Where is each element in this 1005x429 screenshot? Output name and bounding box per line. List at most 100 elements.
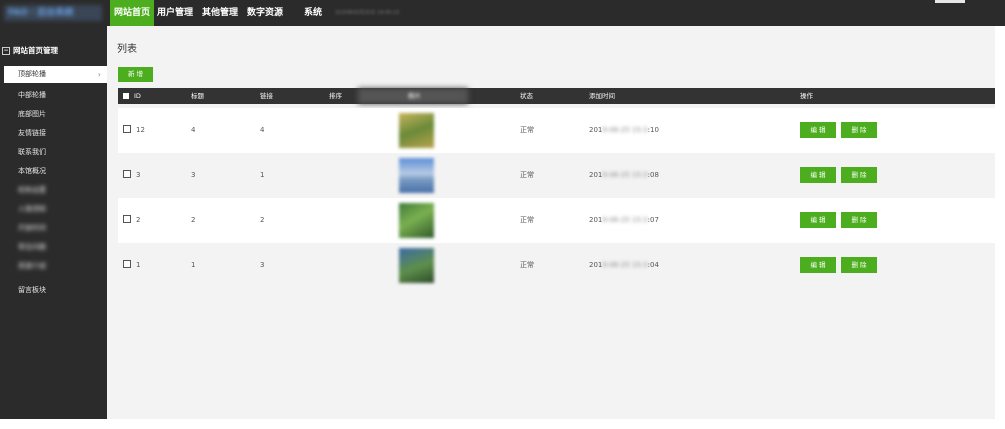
row-thumbnail	[399, 248, 434, 283]
select-all-column[interactable]: ID	[123, 88, 141, 104]
column-added-time: 添加时间	[589, 92, 615, 100]
row-status: 正常	[520, 126, 534, 134]
collapse-icon: −	[2, 47, 10, 55]
sidebar-item-contact-us[interactable]: 联系我们	[4, 144, 107, 161]
edit-button[interactable]: 编 辑	[800, 167, 836, 183]
table-header: ID 标题 链接 排序 图片 状态 添加时间 操作	[118, 88, 995, 104]
sidebar-item-top-carousel[interactable]: 顶部轮播 ›	[4, 66, 107, 83]
sidebar-item-middle-carousel[interactable]: 中部轮播	[4, 87, 107, 104]
sidebar-item-message-board[interactable]: 留言板块	[4, 282, 107, 299]
row-title: 1	[191, 261, 196, 269]
sidebar-item-label: 友情链接	[18, 129, 46, 137]
sidebar-item-organization[interactable]: 机构设置	[4, 182, 107, 199]
sidebar-group-header[interactable]: − 网站首页管理	[2, 45, 58, 56]
bottom-margin	[0, 419, 1005, 429]
edit-button[interactable]: 编 辑	[800, 212, 836, 228]
edit-button[interactable]: 编 辑	[800, 257, 836, 273]
sidebar-item-label: 中部轮播	[18, 91, 46, 99]
time-hidden: 9-06-25 15:3	[602, 126, 648, 134]
time-suffix: :07	[647, 216, 659, 224]
table-row: 3 3 1 正常 2019-06-25 15:3:08 编 辑 删 除	[118, 153, 995, 198]
sidebar-group-label: 网站首页管理	[13, 46, 58, 55]
sidebar-item-label: 机构设置	[18, 186, 46, 194]
delete-button[interactable]: 删 除	[841, 257, 877, 273]
nav-home[interactable]: 网站首页	[110, 0, 155, 26]
row-link: 2	[260, 216, 265, 224]
time-prefix: 201	[589, 216, 603, 224]
table-row: 2 2 2 正常 2019-06-25 15:3:07 编 辑 删 除	[118, 198, 995, 243]
column-actions: 操作	[800, 92, 813, 100]
sidebar-item-visit-notice[interactable]: 入馆须知	[4, 201, 107, 218]
row-status: 正常	[520, 261, 534, 269]
table-row: 12 4 4 正常 2019-06-25 15:3:10 编 辑 删 除	[118, 108, 995, 153]
sidebar-item-friend-links[interactable]: 友情链接	[4, 125, 107, 142]
row-link: 3	[260, 261, 265, 269]
column-id: ID	[134, 92, 141, 100]
time-hidden: 9-06-25 15:3	[602, 261, 648, 269]
time-prefix: 201	[589, 171, 603, 179]
row-title: 2	[191, 216, 196, 224]
delete-button[interactable]: 删 除	[841, 122, 877, 138]
time-hidden: 9-06-25 15:3	[602, 216, 648, 224]
nav-system[interactable]: 系统	[300, 0, 326, 26]
row-added-time: 2019-06-25 15:3:08	[589, 153, 659, 198]
top-navbar: FAO · 后台系统 网站首页 用户管理 其他管理 数字资源 系统 2020年0…	[0, 0, 1005, 26]
row-id: 12	[136, 126, 145, 134]
sidebar-item-label: 联系我们	[18, 148, 46, 156]
sidebar-item-label: 开放时间	[18, 224, 46, 232]
delete-button[interactable]: 删 除	[841, 212, 877, 228]
nav-digital-resources[interactable]: 数字资源	[243, 0, 287, 26]
row-thumbnail	[399, 158, 434, 193]
select-all-checkbox[interactable]	[123, 93, 129, 99]
row-status: 正常	[520, 171, 534, 179]
column-sort: 排序	[329, 92, 342, 100]
time-suffix: :04	[647, 261, 659, 269]
time-suffix: :08	[647, 171, 659, 179]
add-button[interactable]: 新 增	[118, 67, 153, 82]
column-image: 图片	[408, 92, 421, 100]
row-added-time: 2019-06-25 15:3:10	[589, 108, 659, 153]
table-row: 1 1 3 正常 2019-06-25 15:3:04 编 辑 删 除	[118, 243, 995, 288]
sidebar-item-label: 留言板块	[18, 286, 46, 294]
sidebar-item-overview[interactable]: 本馆概况	[4, 163, 107, 180]
row-checkbox[interactable]	[123, 170, 131, 178]
row-thumbnail	[399, 113, 434, 148]
sidebar-item-opening-hours[interactable]: 开放时间	[4, 220, 107, 237]
main-content: 列表 新 增 ID 标题 链接 排序 图片 状态 添加时间 操作 12 4 4 …	[107, 26, 995, 419]
column-status: 状态	[520, 92, 533, 100]
edit-button[interactable]: 编 辑	[800, 122, 836, 138]
row-checkbox[interactable]	[123, 260, 131, 268]
delete-button[interactable]: 删 除	[841, 167, 877, 183]
row-title: 3	[191, 171, 196, 179]
nav-user-management[interactable]: 用户管理	[153, 0, 197, 26]
sidebar-item-resources[interactable]: 资源介绍	[4, 258, 107, 275]
column-link: 链接	[260, 92, 273, 100]
datetime-display: 2020年05月25日 19:00:15	[335, 10, 400, 16]
row-status: 正常	[520, 216, 534, 224]
nav-other-management[interactable]: 其他管理	[198, 0, 242, 26]
row-added-time: 2019-06-25 15:3:04	[589, 243, 659, 288]
sidebar-item-faq[interactable]: 常见问题	[4, 239, 107, 256]
time-suffix: :10	[647, 126, 659, 134]
row-id: 1	[136, 261, 141, 269]
row-checkbox[interactable]	[123, 215, 131, 223]
row-title: 4	[191, 126, 196, 134]
chevron-right-icon: ›	[97, 70, 101, 79]
time-prefix: 201	[589, 126, 603, 134]
column-title: 标题	[191, 92, 204, 100]
row-link: 1	[260, 171, 265, 179]
time-prefix: 201	[589, 261, 603, 269]
sidebar-item-label: 本馆概况	[18, 167, 46, 175]
right-margin	[995, 26, 1005, 419]
sidebar-item-label: 入馆须知	[18, 205, 46, 213]
sidebar-item-label: 常见问题	[18, 243, 46, 251]
site-logo: FAO · 后台系统	[4, 5, 102, 21]
row-checkbox[interactable]	[123, 125, 131, 133]
row-thumbnail	[399, 203, 434, 238]
row-link: 4	[260, 126, 265, 134]
row-id: 2	[136, 216, 141, 224]
sidebar-item-label: 顶部轮播	[18, 70, 46, 78]
user-menu[interactable]	[935, 0, 965, 3]
sidebar-item-bottom-images[interactable]: 底部图片	[4, 106, 107, 123]
row-id: 3	[136, 171, 141, 179]
